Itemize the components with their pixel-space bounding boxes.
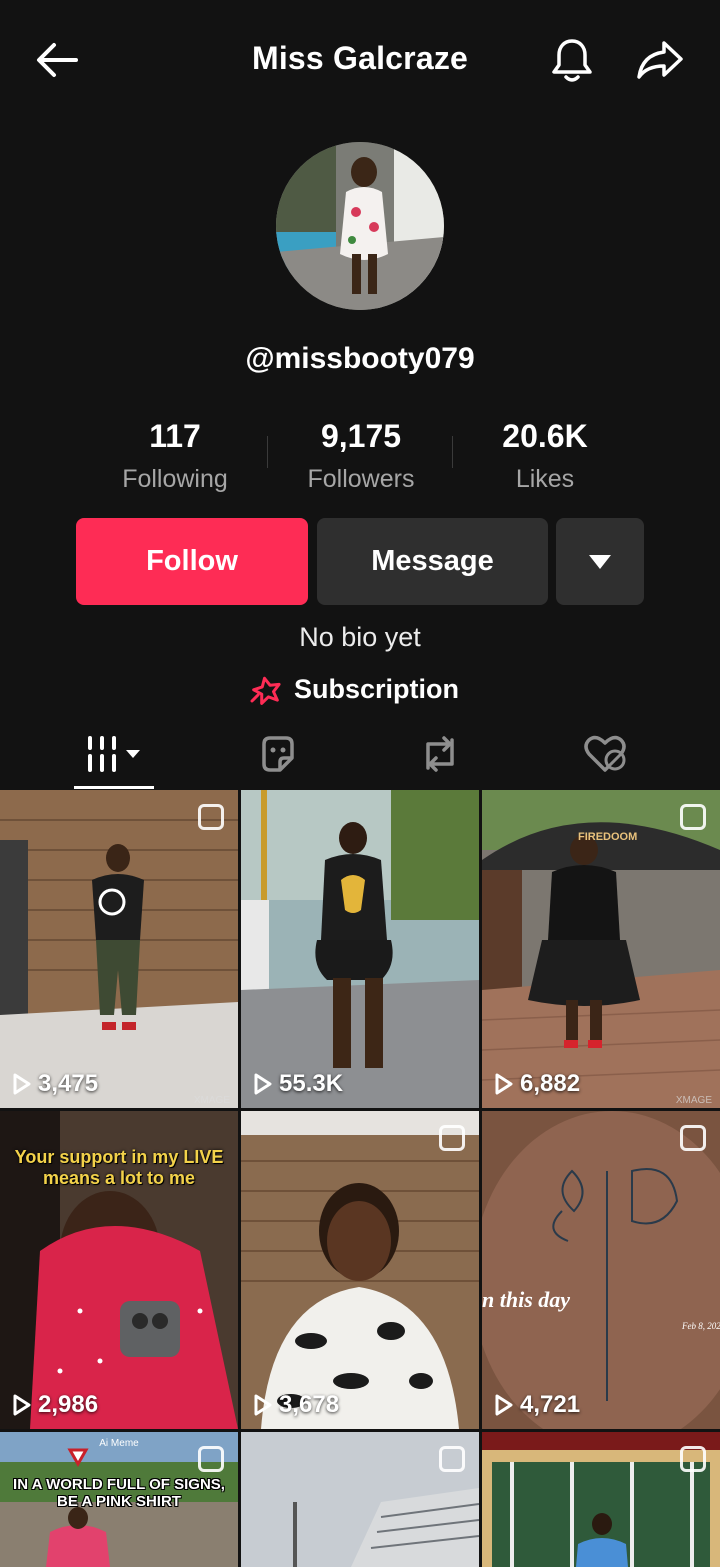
video-caption-overlay: n this day [482, 1287, 571, 1312]
more-options-button[interactable] [556, 518, 644, 605]
play-icon [495, 1073, 513, 1095]
liked-hidden-icon [584, 735, 626, 772]
play-icon [13, 1394, 31, 1416]
likes-stat[interactable]: 20.6K Likes [470, 418, 620, 494]
tattoo-date: Feb 8, 2024 [681, 1321, 720, 1331]
watermark-text: XMAGE [193, 1095, 230, 1106]
play-icon [254, 1394, 272, 1416]
video-thumbnail[interactable]: Your support in my LIVE means a lot to m… [0, 1111, 238, 1429]
play-icon [13, 1073, 31, 1095]
follow-button[interactable]: Follow [76, 518, 308, 605]
stat-divider [452, 436, 453, 468]
video-views: 55.3K [253, 1070, 343, 1098]
video-thumbnail-image: FIREDOOM [482, 790, 720, 1108]
following-label: Following [122, 465, 228, 493]
following-stat[interactable]: 117 Following [100, 418, 250, 494]
avatar-photo [276, 142, 444, 310]
grid-videos-icon [88, 736, 140, 772]
view-count: 3,475 [38, 1070, 99, 1097]
likes-label: Likes [515, 465, 575, 493]
back-button[interactable] [28, 36, 84, 84]
tab-stickers[interactable] [238, 726, 318, 782]
video-views: 4,721 [494, 1391, 580, 1419]
video-thumbnail[interactable]: Feb 8, 2024 n this day 4,721 [482, 1111, 720, 1429]
play-icon [254, 1073, 272, 1095]
view-count: 2,986 [38, 1391, 99, 1418]
username-handle: @missbooty079 [245, 342, 475, 375]
video-thumbnail[interactable]: 55.3K [241, 790, 479, 1108]
followers-stat[interactable]: 9,175 Followers [286, 418, 436, 494]
video-caption-overlay: IN A WORLD FULL OF SIGNS, BE A PINK SHIR… [13, 1476, 225, 1510]
video-thumbnail[interactable]: 3,678 [241, 1111, 479, 1429]
play-icon [495, 1394, 513, 1416]
likes-count: 20.6K [502, 418, 588, 454]
video-thumbnail[interactable]: FIREDOOM 6,882 XMAGE [482, 790, 720, 1108]
video-views: 2,986 [12, 1391, 98, 1419]
view-count: 6,882 [520, 1070, 581, 1097]
pinned-icon [680, 804, 706, 830]
tab-liked[interactable] [566, 726, 646, 782]
page-title: Miss Galcraze [251, 40, 469, 76]
bell-icon [552, 39, 592, 82]
message-button[interactable]: Message [317, 518, 548, 605]
video-views: 3,678 [253, 1391, 339, 1419]
followers-count: 9,175 [320, 418, 402, 454]
video-views: 3,475 [12, 1070, 98, 1098]
top-bar: Miss Galcraze [0, 0, 720, 120]
tab-reposts[interactable] [400, 726, 480, 782]
caret-down-icon [589, 554, 611, 569]
video-thumbnail-image [241, 1111, 479, 1429]
avatar[interactable] [276, 142, 444, 310]
video-thumbnail-image [0, 790, 238, 1108]
video-caption-overlay: Your support in my LIVE means a lot to m… [14, 1147, 224, 1188]
profile-stats: 117 Following 9,175 Followers 20.6K Like… [0, 418, 720, 498]
pinned-icon [439, 1125, 465, 1151]
pinned-icon [680, 1125, 706, 1151]
view-count: 3,678 [279, 1391, 340, 1418]
profile-tabs [0, 720, 720, 790]
notification-bell-button[interactable] [544, 34, 600, 86]
pinned-icon [680, 1446, 706, 1472]
video-grid: 3,475 XMAGE 55.3K FIREDOOM 6,882 XMAGE Y… [0, 790, 720, 1567]
repost-icon [426, 736, 454, 772]
awning-text: FIREDOOM [578, 831, 637, 843]
video-thumbnail[interactable] [241, 1432, 479, 1567]
view-count: 4,721 [520, 1391, 581, 1418]
following-count: 117 [149, 418, 201, 454]
active-tab-indicator [74, 786, 154, 789]
tab-videos[interactable] [74, 726, 154, 782]
view-count: 55.3K [279, 1070, 344, 1097]
ai-meme-label: Ai Meme [99, 1438, 139, 1449]
share-button[interactable] [630, 34, 690, 86]
followers-label: Followers [307, 465, 415, 493]
pinned-icon [198, 804, 224, 830]
sticker-icon [262, 736, 294, 772]
subscription-label: Subscription [294, 674, 460, 704]
video-thumbnail-image [241, 790, 479, 1108]
watermark-text: XMAGE [675, 1095, 712, 1106]
video-views: 6,882 [494, 1070, 580, 1098]
share-arrow-icon [637, 41, 683, 79]
video-thumbnail-image: Feb 8, 2024 [482, 1111, 720, 1429]
video-thumbnail[interactable]: Ai Meme IN A WORLD FULL OF SIGNS, BE A P… [0, 1432, 238, 1567]
subscription-link[interactable]: Subscription [250, 674, 480, 705]
pinned-icon [198, 1446, 224, 1472]
pinned-icon [439, 1446, 465, 1472]
stat-divider [267, 436, 268, 468]
bio-text: No bio yet [299, 622, 421, 652]
video-thumbnail[interactable]: 3,475 XMAGE [0, 790, 238, 1108]
video-thumbnail[interactable] [482, 1432, 720, 1567]
arrow-left-icon [37, 43, 78, 77]
subscription-star-icon [250, 676, 281, 705]
